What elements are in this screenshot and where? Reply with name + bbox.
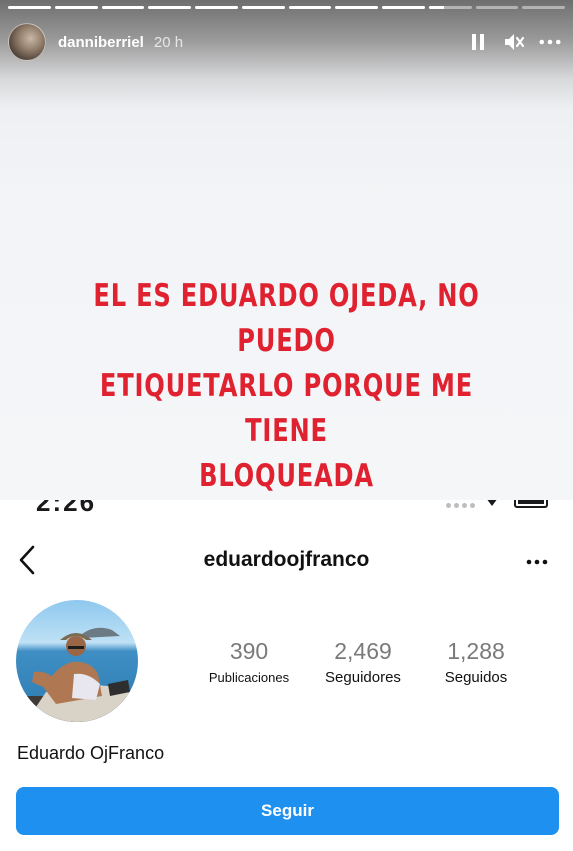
status-bar-fragment: 2:26 (0, 500, 573, 516)
story-controls (467, 31, 565, 53)
story-progress-segment (522, 6, 565, 9)
story-progress-fill (382, 6, 425, 9)
story-progress-segment (335, 6, 378, 9)
story-progress-segment (8, 6, 51, 9)
story-caption-line: BLOQUEADA (199, 458, 374, 494)
story-progress-fill (195, 6, 238, 9)
story-caption-line: ETIQUETARLO PORQUE ME TIENE (99, 368, 474, 449)
story-avatar[interactable] (8, 23, 46, 61)
story-progress-segment (195, 6, 238, 9)
signal-icon (446, 503, 475, 508)
profile-options-button[interactable] (522, 548, 552, 576)
story-progress-fill (288, 6, 332, 9)
profile-display-name: Eduardo OjFranco (17, 743, 165, 763)
posts-label: Publicaciones (208, 670, 290, 685)
story-progress-fill (8, 6, 51, 9)
followers-count: 2,469 (334, 638, 392, 664)
story-caption: EL ES EDUARDO OJEDA, NO PUEDO ETIQUETARL… (86, 274, 486, 499)
followers-stat[interactable]: 2,469 Seguidores (308, 636, 418, 690)
story-progress-fill (148, 6, 191, 9)
story-progress-segment (428, 6, 472, 9)
story-username[interactable]: danniberriel (58, 34, 144, 51)
follow-button[interactable]: Seguir (16, 787, 559, 835)
story-progress-segment (241, 6, 285, 9)
story-progress-segment (288, 6, 332, 9)
profile-username-title: eduardoojfranco (203, 548, 370, 571)
following-count: 1,288 (447, 638, 505, 664)
story-header: danniberriel 20 h (8, 22, 565, 62)
story-progress-fill (54, 6, 98, 9)
more-icon[interactable] (539, 31, 561, 53)
pause-icon[interactable] (467, 31, 489, 53)
following-stat[interactable]: 1,288 Seguidos (424, 636, 528, 690)
posts-stat[interactable]: 390 Publicaciones (196, 636, 302, 690)
profile-header: eduardoojfranco (0, 534, 573, 590)
story-progress-bar (8, 6, 565, 9)
more-icon (526, 559, 548, 565)
story-progress-fill (428, 6, 444, 9)
story-progress-fill (241, 6, 285, 9)
story-progress-segment (382, 6, 425, 9)
mute-icon[interactable] (503, 31, 525, 53)
story-time-ago: 20 h (153, 33, 184, 51)
story-progress-segment (475, 6, 519, 9)
story-progress-segment (54, 6, 98, 9)
story-progress-fill (335, 6, 378, 9)
profile-avatar[interactable] (16, 600, 138, 722)
story-progress-segment (101, 6, 145, 9)
story-progress-segment (148, 6, 191, 9)
posts-count: 390 (229, 638, 269, 664)
wifi-icon (487, 500, 497, 506)
status-time: 2:26 (36, 500, 97, 516)
following-label: Seguidos (444, 669, 508, 686)
story-caption-line: EL ES EDUARDO OJEDA, NO PUEDO (93, 278, 480, 359)
followers-label: Seguidores (325, 669, 401, 686)
story-progress-fill (101, 6, 145, 9)
story-background: danniberriel 20 h EL ES EDUARDO OJEDA, N… (0, 0, 573, 500)
battery-icon (514, 500, 548, 508)
